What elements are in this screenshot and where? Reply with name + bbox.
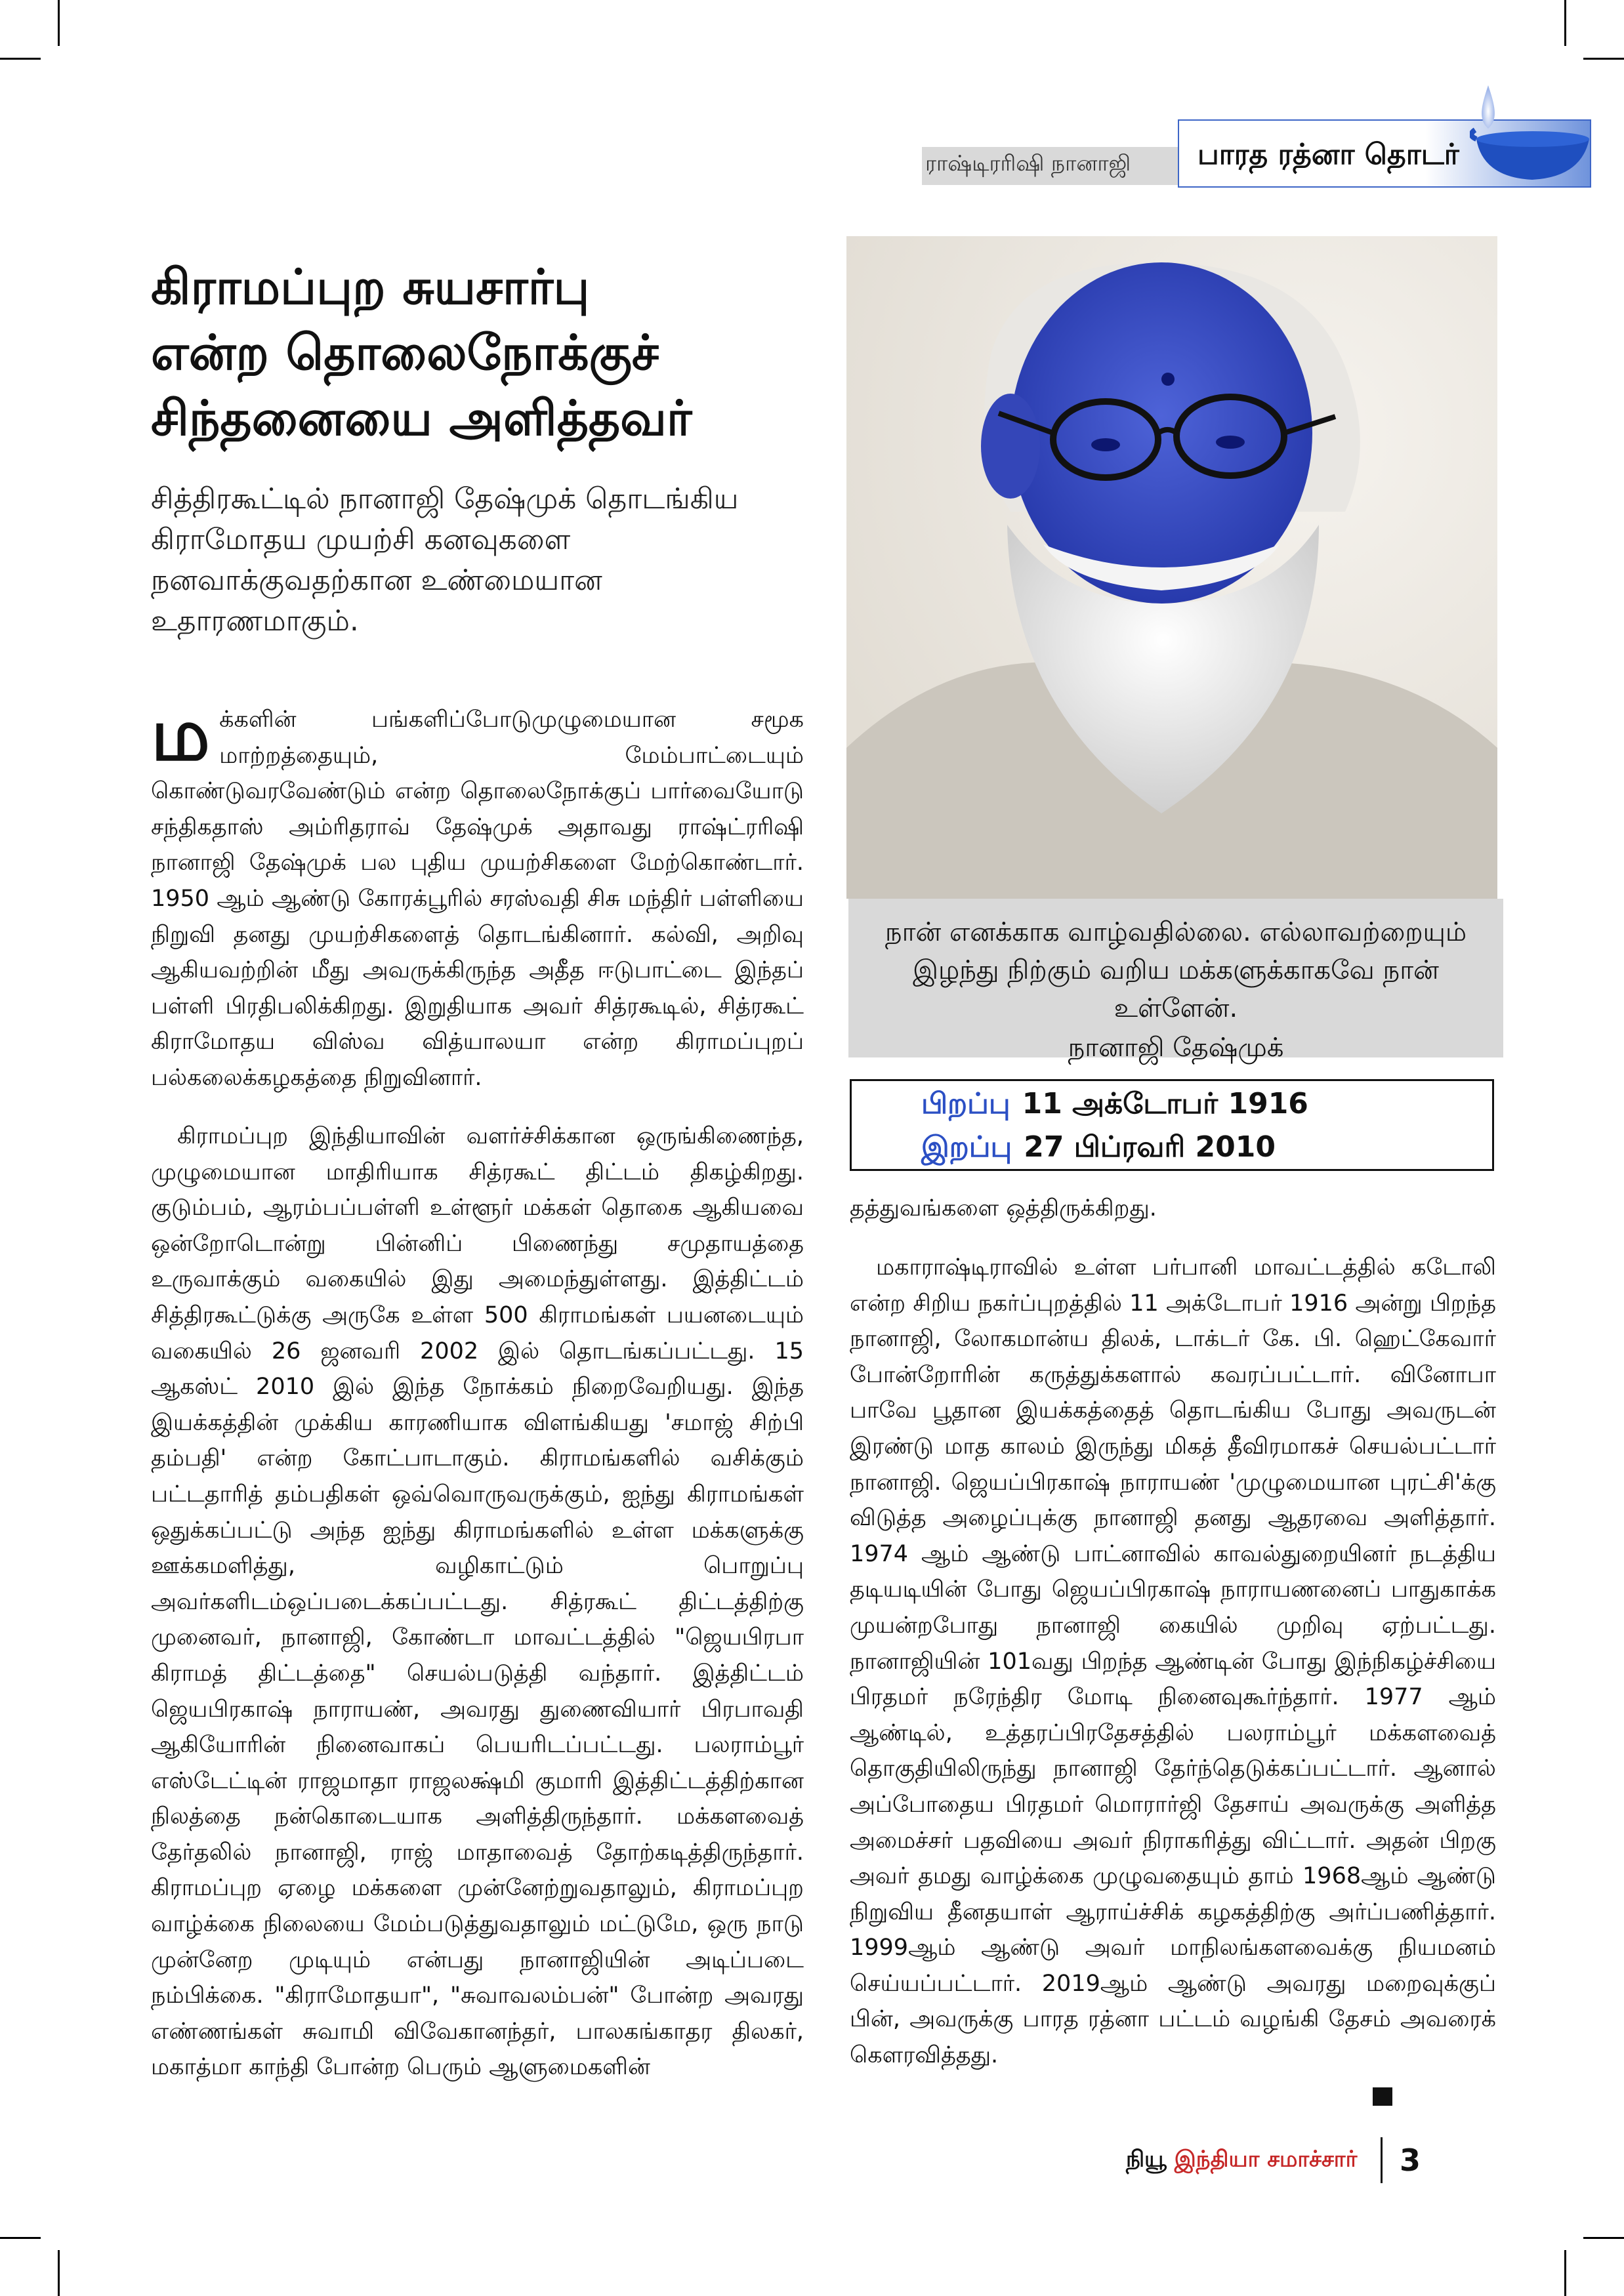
crop-mark-top-right-h (1583, 58, 1624, 60)
quote-text: நான் எனக்காக வாழ்வதில்லை. எல்லாவற்றையும்… (885, 917, 1467, 1023)
headline-line-3: சிந்தனையை அளித்தவர் (151, 390, 692, 447)
birth-label: பிறப்பு (921, 1087, 1010, 1120)
crop-mark-bottom-left-h (0, 2237, 41, 2239)
drop-cap: ம (151, 702, 211, 777)
body-paragraph-3: தத்துவங்களை ஒத்திருக்கிறது. (850, 1195, 1157, 1221)
body-paragraph-1-text: க்களின் பங்களிப்போடுமுழுமையான சமூக மாற்ற… (151, 707, 804, 1091)
header-kicker: ராஷ்டிரரிஷி நானாஜி (925, 150, 1131, 176)
crop-mark-bottom-right-v (1564, 2250, 1566, 2296)
end-square-icon (1373, 2087, 1392, 2106)
page-number: 3 (1400, 2142, 1421, 2178)
page-footer: நியூ இந்தியா சமாச்சார் 3 (1126, 2137, 1421, 2183)
standfirst: சித்திரகூட்டில் நானாஜி தேஷ்முக் தொடங்கிய… (151, 482, 739, 638)
series-title: பாரத ரத்னா தொடர் (1197, 138, 1459, 171)
crop-mark-top-left-h (0, 58, 41, 60)
crop-mark-top-right-v (1564, 0, 1566, 46)
body-paragraph-4: மகாராஷ்டிராவில் உள்ள பர்பானி மாவட்டத்தில… (850, 1254, 1496, 2069)
publication-name: இந்தியா சமாச்சார் (1174, 2146, 1358, 2173)
body-column-2-top: தத்துவங்களை ஒத்திருக்கிறது. (850, 1191, 1496, 1230)
birth-date: 11 அக்டோபர் 1916 (1022, 1087, 1308, 1120)
quote-author: நானாஜி தேஷ்முக் (1068, 1033, 1284, 1063)
crop-mark-top-left-v (58, 0, 60, 46)
oil-lamp-icon (1468, 79, 1594, 190)
birth-row: பிறப்பு 11 அக்டோபர் 1916 (921, 1082, 1492, 1126)
headline: கிராமப்புற சுயசார்பு என்ற தொலைநோக்குச் ச… (151, 255, 807, 451)
body-column-1-bottom: கிராமப்புற இந்தியாவின் வளர்ச்சிக்கான ஒரு… (151, 1118, 804, 2086)
portrait-photo (846, 236, 1497, 899)
body-column-2-bottom: மகாராஷ்டிராவில் உள்ள பர்பானி மாவட்டத்தில… (850, 1250, 1496, 2116)
body-paragraph-2: கிராமப்புற இந்தியாவின் வளர்ச்சிக்கான ஒரு… (151, 1123, 804, 2081)
death-date: 27 பிப்ரவரி 2010 (1024, 1130, 1276, 1164)
publication-prefix: நியூ (1126, 2146, 1167, 2173)
headline-line-2: என்ற தொலைநோக்குச் (151, 325, 659, 381)
life-dates-box: பிறப்பு 11 அக்டோபர் 1916 இறப்பு 27 பிப்ரவர… (850, 1079, 1494, 1171)
death-row: இறப்பு 27 பிப்ரவரி 2010 (921, 1126, 1492, 1169)
footer-divider (1381, 2137, 1383, 2183)
crop-mark-bottom-right-h (1583, 2237, 1624, 2239)
death-label: இறப்பு (921, 1130, 1012, 1164)
body-column-1-top: ம க்களின் பங்களிப்போடுமுழுமையான சமூக மாற்… (151, 702, 804, 1096)
body-paragraph-1: ம க்களின் பங்களிப்போடுமுழுமையான சமூக மாற்… (151, 702, 804, 1096)
headline-line-1: கிராமப்புற சுயசார்பு (151, 259, 590, 316)
crop-mark-bottom-left-v (58, 2250, 60, 2296)
pull-quote: நான் எனக்காக வாழ்வதில்லை. எல்லாவற்றையும்… (848, 899, 1503, 1063)
